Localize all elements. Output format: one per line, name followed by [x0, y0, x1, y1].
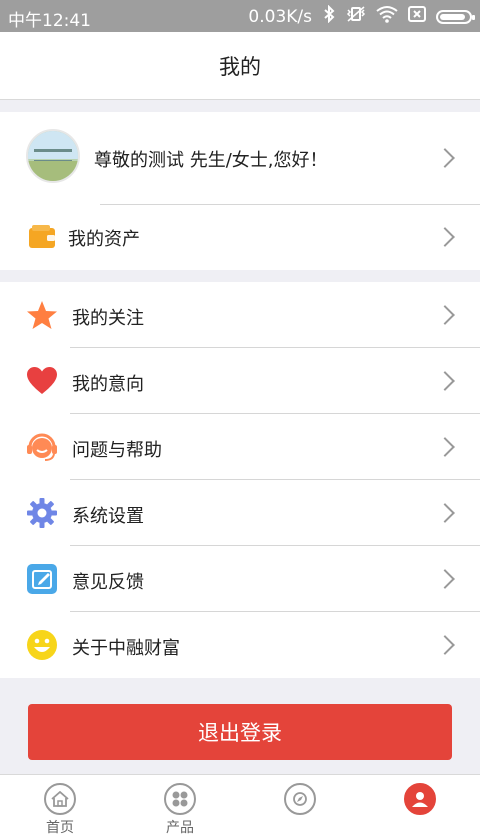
chevron-right-icon — [435, 437, 455, 457]
product-icon — [164, 783, 196, 815]
assets-row[interactable]: 我的资产 — [0, 205, 480, 270]
chevron-right-icon — [435, 227, 455, 247]
title-bar: 我的 — [0, 32, 480, 100]
menu-item-following[interactable]: 我的关注 — [0, 282, 480, 348]
menu-item-label: 我的关注 — [72, 308, 144, 329]
profile-row[interactable]: 尊敬的测试 先生/女士,您好！ — [0, 112, 480, 204]
headset-icon — [26, 431, 58, 463]
assets-label: 我的资产 — [68, 229, 140, 250]
menu-item-intentions[interactable]: 我的意向 — [0, 348, 480, 414]
tab-home[interactable]: 首页 — [20, 783, 100, 837]
chevron-right-icon — [435, 635, 455, 655]
profile-greeting: 尊敬的测试 先生/女士,您好！ — [94, 150, 328, 171]
menu-item-label: 系统设置 — [72, 506, 144, 527]
smiley-icon — [26, 629, 58, 661]
tab-bar: 首页 产品 — [0, 774, 480, 840]
logout-button[interactable]: 退出登录 — [28, 704, 452, 760]
tab-products[interactable]: 产品 — [140, 783, 220, 837]
tab-mine[interactable] — [380, 783, 460, 817]
sim-off-icon — [408, 6, 426, 27]
tab-label: 产品 — [166, 820, 194, 836]
tab-label: 首页 — [46, 820, 74, 836]
wallet-icon — [26, 221, 58, 253]
chevron-right-icon — [435, 569, 455, 589]
menu-item-label: 问题与帮助 — [72, 440, 162, 461]
chevron-right-icon — [435, 148, 455, 168]
profile-section: 尊敬的测试 先生/女士,您好！ 我的资产 — [0, 112, 480, 270]
menu-section: 我的关注 我的意向 问题与帮助 系统设置 意见反馈 关于中融财富 — [0, 282, 480, 678]
edit-icon — [26, 563, 58, 595]
menu-item-settings[interactable]: 系统设置 — [0, 480, 480, 546]
gear-icon — [26, 497, 58, 529]
star-icon — [26, 299, 58, 331]
avatar[interactable] — [26, 129, 80, 183]
chevron-right-icon — [435, 371, 455, 391]
home-icon — [44, 783, 76, 815]
status-bar: 中午12:41 0.03K/s — [0, 0, 480, 32]
menu-item-help[interactable]: 问题与帮助 — [0, 414, 480, 480]
menu-item-label: 关于中融财富 — [72, 638, 180, 659]
bluetooth-icon — [322, 4, 336, 28]
heart-icon — [26, 365, 58, 397]
page-title: 我的 — [219, 54, 261, 79]
user-icon — [404, 783, 436, 815]
network-speed: 0.03K/s — [248, 6, 312, 27]
discover-icon — [284, 783, 316, 815]
menu-item-about[interactable]: 关于中融财富 — [0, 612, 480, 678]
tab-discover[interactable] — [260, 783, 340, 817]
battery-level — [440, 13, 465, 20]
menu-item-label: 我的意向 — [72, 374, 144, 395]
chevron-right-icon — [435, 503, 455, 523]
menu-item-label: 意见反馈 — [72, 572, 144, 593]
wifi-icon — [376, 5, 398, 28]
status-time: 中午12:41 — [8, 11, 91, 31]
vibrate-icon — [346, 5, 366, 28]
chevron-right-icon — [435, 305, 455, 325]
menu-item-feedback[interactable]: 意见反馈 — [0, 546, 480, 612]
battery-icon — [436, 9, 475, 24]
